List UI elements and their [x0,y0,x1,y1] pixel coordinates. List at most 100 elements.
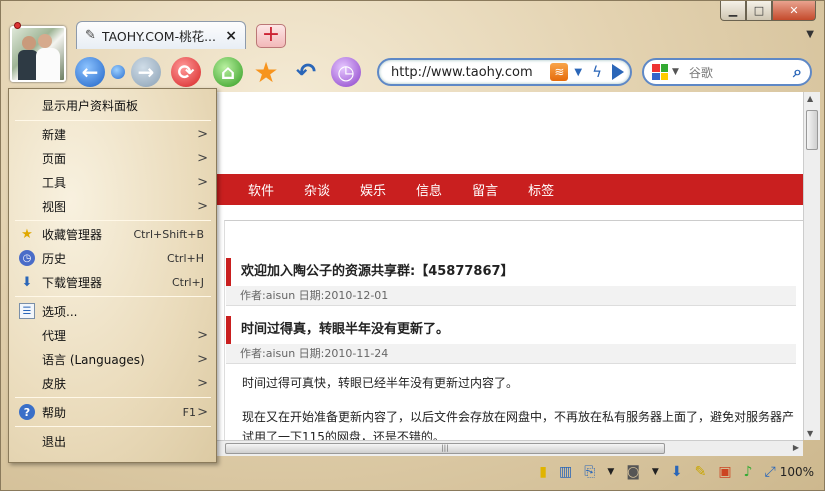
site-nav-item[interactable]: 软件 [248,180,274,199]
menu-label: 显示用户资料面板 [42,98,139,113]
scroll-up-icon[interactable]: ▲ [807,94,813,103]
tab-title: TAOHY.COM-桃花... [101,29,216,44]
undo-close-icon[interactable]: ↶ [291,57,321,87]
split-view-icon[interactable]: ▥ [559,464,572,480]
post-meta: 作者:aisun 日期:2010-11-24 [226,344,796,364]
user-avatar[interactable] [10,26,66,82]
zoom-level[interactable]: 100% [780,465,814,479]
post-title[interactable]: 欢迎加入陶公子的资源共享群:【45877867】 [226,258,796,286]
menu-divider [15,397,211,398]
scroll-right-icon[interactable]: ▶ [793,443,799,452]
menu-item-view[interactable]: 视图 > [9,194,216,218]
translate-icon[interactable]: ⎘ [584,464,595,480]
forward-icon[interactable]: → [131,57,161,87]
submenu-arrow-icon: > [197,126,208,142]
options-list-icon: ☰ [19,303,35,319]
post-title[interactable]: 时间过得真，转眼半年没有更新了。 [226,316,796,344]
close-window-button[interactable]: ✕ [772,1,816,21]
go-icon[interactable] [612,64,624,80]
block-popup-icon[interactable]: ▣ [718,464,731,480]
window-controls: ▁ □ ✕ [720,1,816,21]
menu-item-help[interactable]: ? 帮助 F1 > [9,400,216,424]
site-nav-item[interactable]: 杂谈 [304,180,330,199]
menu-item-tools[interactable]: 工具 > [9,170,216,194]
engine-dropdown-icon[interactable]: ▼ [672,67,679,77]
history-clock-icon[interactable]: ◷ [331,57,361,87]
pin-icon [14,22,21,29]
url-input[interactable]: http://www.taohy.com [391,65,550,80]
refresh-icon[interactable]: ⟳ [171,57,201,87]
submenu-arrow-icon: > [197,375,208,391]
vertical-scroll-thumb[interactable] [806,110,818,150]
horizontal-scrollbar[interactable]: ||| ▶ [215,440,803,456]
download-arrow-icon: ⬇ [21,274,33,290]
site-nav-item[interactable]: 留言 [472,180,498,199]
dropdown-icon[interactable]: ▼ [652,467,659,477]
horizontal-scroll-thumb[interactable]: ||| [225,443,665,454]
dropdown-icon[interactable]: ▼ [607,467,614,477]
clock-icon: ◷ [19,250,35,266]
clean-broom-icon[interactable]: ✎ [695,464,707,480]
site-nav-item[interactable]: 标签 [528,180,554,199]
menu-item-page[interactable]: 页面 > [9,146,216,170]
menu-item-proxy[interactable]: 代理 > [9,323,216,347]
back-history-dot-icon[interactable] [111,65,125,79]
home-icon[interactable]: ⌂ [213,57,243,87]
help-icon: ? [19,404,35,420]
minimize-button[interactable]: ▁ [720,1,746,21]
menu-item-skin[interactable]: 皮肤 > [9,371,216,395]
post-item: 欢迎加入陶公子的资源共享群:【45877867】 作者:aisun 日期:201… [226,258,796,306]
scroll-down-icon[interactable]: ▼ [807,429,813,438]
tab-close-icon[interactable]: × [225,28,237,44]
menu-label: 皮肤 [42,376,67,391]
notes-icon[interactable]: ▮ [539,464,547,480]
menu-item-new[interactable]: 新建 > [9,122,216,146]
search-icon[interactable]: ⌕ [793,62,802,82]
back-icon[interactable]: ← [75,57,105,87]
screenshot-camera-icon[interactable]: ◙ [626,464,640,480]
maximize-button[interactable]: □ [746,1,772,21]
search-input[interactable]: 谷歌 [689,64,793,81]
submenu-arrow-icon: > [197,198,208,214]
vertical-scrollbar[interactable]: ▲ ▼ [803,92,820,440]
favorites-star-icon[interactable]: ★ [251,56,281,89]
rss-icon[interactable]: ≋ [550,63,569,81]
browser-window: ▁ □ ✕ ✎ TAOHY.COM-桃花... × + ▼ ← → ⟳ ⌂ ★ … [0,0,825,491]
menu-item-download-manager[interactable]: ⬇ 下载管理器 Ctrl+J [9,270,216,294]
google-engine-icon[interactable] [652,64,668,80]
search-bar[interactable]: ▼ 谷歌 ⌕ [642,58,812,86]
post-body-line: 试用了一下115的网盘，还是不错的。 [242,430,445,440]
submenu-arrow-icon: > [197,327,208,343]
tab-list-icon[interactable]: ▼ [806,29,814,40]
menu-label: 收藏管理器 [42,227,103,242]
menu-label: 视图 [42,199,67,214]
menu-item-profile-panel[interactable]: 显示用户资料面板 [9,93,216,117]
menu-label: 帮助 [42,405,67,420]
menu-item-history[interactable]: ◷ 历史 Ctrl+H [9,246,216,270]
download-icon[interactable]: ⬇ [671,464,683,480]
menu-label: 新建 [42,127,67,142]
submenu-arrow-icon: > [197,404,208,420]
new-tab-button[interactable]: + [256,24,286,48]
menu-label: 页面 [42,151,67,166]
site-nav-item[interactable]: 娱乐 [360,180,386,199]
post-item: 时间过得真，转眼半年没有更新了。 作者:aisun 日期:2010-11-24 [226,316,796,364]
volume-icon[interactable]: ♪ [744,464,753,480]
address-bar[interactable]: http://www.taohy.com ≋ ▼ ϟ [377,58,632,86]
tab-taohy[interactable]: ✎ TAOHY.COM-桃花... × [76,21,246,49]
post-body-line: 时间过得可真快，转眼已经半年没有更新过内容了。 [242,376,519,390]
status-bar: ▮ ▥ ⎘ ▼ ◙ ▼ ⬇ ✎ ▣ ♪ ⤢ 100% [215,456,820,488]
zoom-icon[interactable]: ⤢ [764,464,775,480]
submenu-arrow-icon: > [197,150,208,166]
menu-label: 选项... [42,304,78,319]
menu-item-bookmarks-manager[interactable]: ★ 收藏管理器 Ctrl+Shift+B [9,222,216,246]
menu-item-exit[interactable]: 退出 [9,429,216,453]
menu-item-language[interactable]: 语言 (Languages) > [9,347,216,371]
menu-item-options[interactable]: ☰ 选项... [9,299,216,323]
submenu-arrow-icon: > [197,174,208,190]
star-icon: ★ [21,226,33,242]
site-nav-item[interactable]: 信息 [416,180,442,199]
menu-label: 历史 [42,251,67,266]
fast-forward-bolt-icon[interactable]: ϟ [592,63,602,81]
url-dropdown-icon[interactable]: ▼ [574,67,582,78]
